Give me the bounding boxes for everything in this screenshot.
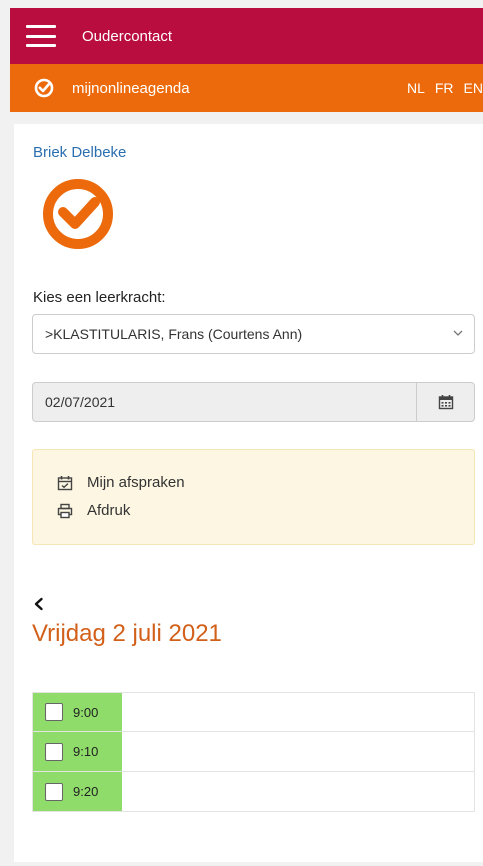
slot-time: 9:10 [73, 744, 99, 759]
language-switcher: NL FR EN [407, 80, 483, 96]
main-card: Briek Delbeke Kies een leerkracht: >KLAS… [14, 124, 483, 862]
calendar-check-icon [57, 475, 73, 490]
time-slot-list: 9:00 9:10 9:20 [32, 692, 475, 812]
app-title: Oudercontact [82, 27, 173, 45]
chevron-down-icon [453, 330, 463, 336]
app-header: Oudercontact [10, 8, 483, 64]
my-appointments-label: Mijn afspraken [87, 474, 185, 491]
time-slot-row: 9:20 [32, 772, 475, 812]
menu-icon[interactable] [26, 25, 56, 47]
print-link[interactable]: Afdruk [57, 502, 130, 519]
slot-checkbox[interactable] [45, 742, 63, 761]
print-label: Afdruk [87, 502, 131, 519]
lang-en[interactable]: EN [464, 80, 483, 96]
brand-bar: mijnonlineagenda NL FR EN [10, 64, 483, 112]
date-field[interactable]: 02/07/2021 [32, 382, 475, 422]
my-appointments-link[interactable]: Mijn afspraken [57, 474, 185, 491]
slot-checkbox[interactable] [45, 782, 63, 801]
date-value: 02/07/2021 [45, 394, 116, 410]
calendar-button[interactable] [416, 383, 474, 421]
slot-checkbox[interactable] [45, 703, 63, 721]
user-name-link[interactable]: Briek Delbeke [33, 144, 126, 161]
brand-name: mijnonlineagenda [72, 79, 190, 97]
time-slot-row: 9:10 [32, 732, 475, 772]
chevron-left-icon[interactable] [32, 597, 46, 611]
day-title: Vrijdag 2 juli 2021 [32, 620, 222, 647]
teacher-select-value: >KLASTITULARIS, Frans (Courtens Ann) [45, 326, 303, 342]
lang-fr[interactable]: FR [435, 80, 454, 96]
time-slot-cell: 9:10 [33, 732, 122, 771]
brand-check-icon [34, 78, 54, 98]
lang-nl[interactable]: NL [407, 80, 425, 96]
time-slot-cell: 9:20 [33, 772, 122, 811]
slot-time: 9:20 [73, 784, 99, 799]
teacher-label: Kies een leerkracht: [33, 289, 166, 306]
agenda-logo-icon [43, 179, 113, 249]
print-icon [57, 503, 73, 518]
teacher-select[interactable]: >KLASTITULARIS, Frans (Courtens Ann) [32, 314, 475, 354]
calendar-icon [438, 395, 453, 410]
actions-panel: Mijn afspraken Afdruk [32, 449, 475, 545]
time-slot-row: 9:00 [32, 692, 475, 732]
time-slot-cell: 9:00 [33, 693, 122, 731]
slot-time: 9:00 [73, 704, 99, 720]
